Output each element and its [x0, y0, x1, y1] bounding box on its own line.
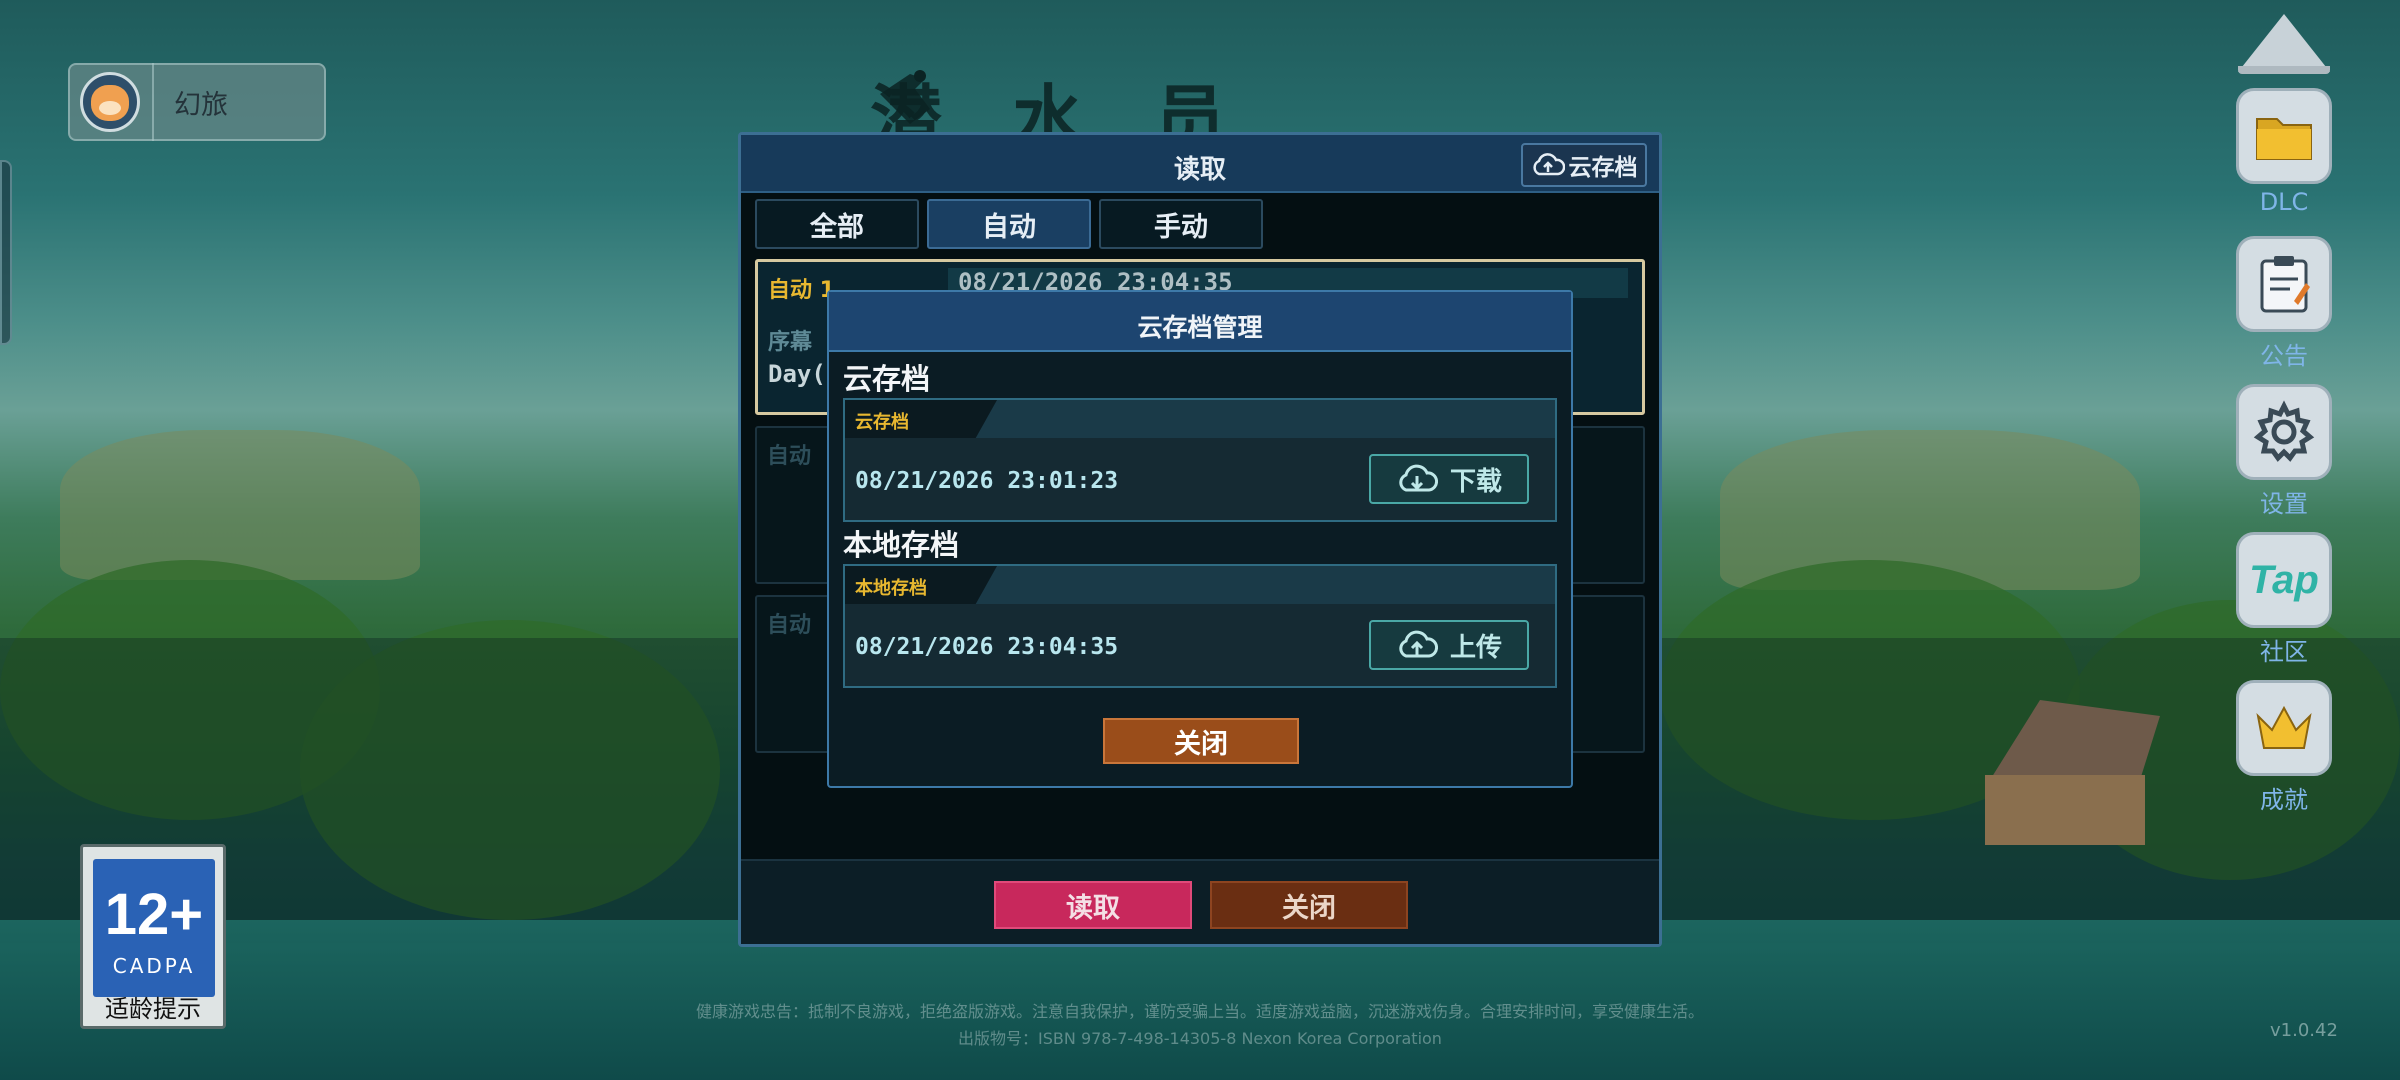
cloud-upload-icon: [1399, 630, 1438, 658]
upload-button-label: 上传: [1449, 632, 1502, 663]
load-window-header: 读取 云存档: [741, 135, 1659, 193]
menu-item-achievements[interactable]: 成就: [2236, 680, 2332, 815]
menu-button-achievements[interactable]: [2236, 680, 2332, 776]
cloud-save-card: 云存档 08/21/2026 23:01:23 下载: [843, 398, 1557, 522]
cloud-save-button[interactable]: 云存档: [1521, 143, 1647, 187]
menu-button-settings[interactable]: [2236, 384, 2332, 480]
tap-logo-icon: Tap: [2249, 557, 2319, 602]
crown-icon: [2256, 705, 2312, 749]
collapse-arrow-base: [2238, 66, 2330, 74]
cloud-dialog-header: 云存档管理: [829, 292, 1571, 352]
download-button[interactable]: 下载: [1369, 454, 1529, 504]
publication-info: 出版物号：ISBN 978-7-498-14305-8 Nexon Korea …: [958, 1029, 1442, 1048]
menu-item-community[interactable]: Tap 社区: [2236, 532, 2332, 667]
upload-button[interactable]: 上传: [1369, 620, 1529, 670]
age-rating-hint: 适龄提示: [105, 995, 201, 1023]
save-slot-day: Day(: [768, 360, 826, 388]
health-advisory: 健康游戏忠告：抵制不良游戏，拒绝盗版游戏。注意自我保护，谨防受骗上当。适度游戏益…: [695, 1002, 1704, 1021]
avatar: [80, 72, 140, 132]
close-cloud-dialog-button[interactable]: 关闭: [1103, 718, 1299, 764]
menu-button-notice[interactable]: [2236, 236, 2332, 332]
cliff-left: [60, 430, 420, 580]
cloud-dialog-title: 云存档管理: [1137, 313, 1263, 342]
menu-label-dlc: DLC: [2259, 188, 2309, 216]
save-slot-label: 自动: [767, 444, 812, 469]
version-label: v1.0.42: [2270, 1020, 2338, 1041]
save-slot-label: 自动 1: [768, 278, 835, 303]
hut-illustration: [1960, 700, 2160, 850]
user-name: 幻旅: [174, 89, 228, 121]
save-slot-chapter: 序幕: [768, 330, 813, 355]
age-rating-number: 12+: [104, 882, 204, 947]
user-profile[interactable]: 幻旅: [68, 63, 326, 141]
age-rating-org: CADPA: [112, 954, 196, 978]
local-save-tag: 本地存档: [845, 566, 997, 604]
close-load-button[interactable]: 关闭: [1210, 881, 1408, 929]
cloud-save-timestamp: 08/21/2026 23:01:23: [855, 468, 1119, 494]
load-window-footer: 读取 关闭: [741, 859, 1659, 944]
collapse-arrow-icon[interactable]: [2238, 14, 2330, 72]
download-button-label: 下载: [1449, 466, 1502, 497]
clipboard-icon: [2260, 256, 2310, 313]
side-drawer-handle[interactable]: [0, 160, 12, 345]
folder-icon: [2256, 118, 2312, 160]
tab-auto[interactable]: 自动: [927, 199, 1091, 249]
cloud-section-heading: 云存档: [843, 362, 931, 396]
menu-label-notice: 公告: [2260, 342, 2308, 370]
menu-button-community[interactable]: Tap: [2236, 532, 2332, 628]
cloud-save-tag: 云存档: [845, 400, 997, 438]
age-rating-badge[interactable]: 12+ CADPA 适龄提示: [80, 844, 226, 1029]
menu-item-notice[interactable]: 公告: [2236, 236, 2332, 371]
menu-button-dlc[interactable]: [2236, 88, 2332, 184]
local-save-card: 本地存档 08/21/2026 23:04:35 上传: [843, 564, 1557, 688]
cloud-upload-icon: [1532, 153, 1565, 176]
local-section-heading: 本地存档: [843, 528, 960, 562]
menu-item-dlc[interactable]: DLC: [2236, 88, 2332, 216]
cloud-download-icon: [1399, 464, 1438, 492]
load-tabs: 全部 自动 手动: [755, 199, 1263, 249]
local-save-timestamp: 08/21/2026 23:04:35: [855, 634, 1119, 660]
save-slot-label: 自动: [767, 613, 812, 638]
game-title-logo: 潜水员: [870, 77, 1297, 135]
menu-item-settings[interactable]: 设置: [2236, 384, 2332, 519]
cloud-save-button-label: 云存档: [1568, 155, 1638, 181]
cloud-save-dialog: 云存档管理 云存档 云存档 08/21/2026 23:01:23 下载 本地存…: [827, 290, 1573, 788]
tab-manual[interactable]: 手动: [1099, 199, 1263, 249]
gear-icon: [2253, 400, 2315, 462]
menu-label-community: 社区: [2260, 638, 2308, 666]
menu-label-achievements: 成就: [2260, 786, 2308, 814]
read-button[interactable]: 读取: [994, 881, 1192, 929]
menu-label-settings: 设置: [2260, 490, 2308, 518]
tab-all[interactable]: 全部: [755, 199, 919, 249]
